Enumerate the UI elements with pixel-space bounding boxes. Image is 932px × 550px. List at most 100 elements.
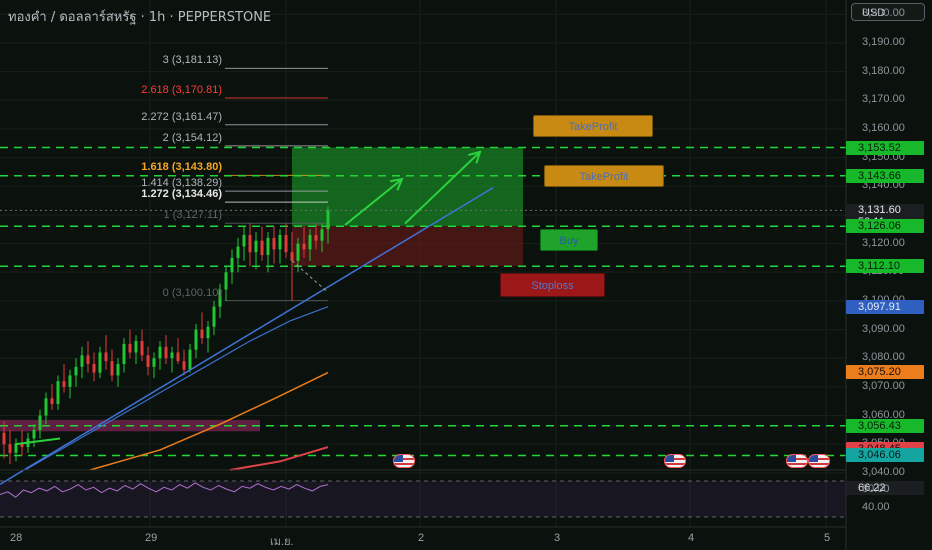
price-axis-label: 3,120.00	[862, 236, 905, 249]
candle-body	[32, 429, 36, 439]
candle-body	[128, 343, 132, 353]
candle-body	[212, 306, 216, 327]
price-axis-label: 3,080.00	[862, 351, 905, 364]
fib-level-label: 0 (3,100.10)	[162, 286, 222, 299]
time-axis-label: 4	[688, 532, 695, 544]
price-tag: 3,112.10	[846, 259, 924, 274]
candle-body	[320, 229, 324, 241]
candle-body	[242, 235, 246, 247]
chart-title: ทองคำ / ดอลลาร์สหรัฐ · 1h · PEPPERSTONE	[8, 10, 272, 25]
price-axis-label: 3,180.00	[862, 64, 905, 77]
candle-body	[98, 352, 102, 373]
candle-body	[140, 341, 144, 356]
us-flag-event-icon[interactable]	[786, 454, 808, 468]
price-axis-label: 3,200.00	[862, 7, 905, 20]
price-tag: 3,153.52	[846, 140, 924, 155]
time-axis-label: 2	[418, 532, 425, 544]
take-profit-annotation-1[interactable]: TakeProfit	[533, 115, 653, 137]
price-tag: 3,097.91	[846, 299, 924, 314]
candle-body	[170, 352, 174, 359]
stop-loss-zone	[292, 226, 523, 267]
candle-body	[236, 246, 240, 258]
candle-body	[200, 329, 204, 339]
stop-loss-annotation[interactable]: Stoploss	[500, 273, 605, 297]
price-tag: 3,056.43	[846, 418, 924, 433]
price-axis-label: 3,040.00	[862, 465, 905, 478]
candle-body	[146, 355, 150, 367]
candle-body	[224, 272, 228, 290]
candle-body	[8, 444, 12, 453]
candle-body	[248, 235, 252, 253]
candle-body	[158, 346, 162, 359]
candle-body	[2, 432, 6, 445]
candle-body	[44, 398, 48, 416]
fib-level-label: 1 (3,127.11)	[163, 209, 222, 222]
candle-body	[254, 240, 258, 253]
candle-body	[266, 237, 270, 256]
us-flag-event-icon[interactable]	[393, 454, 415, 468]
candle-body	[86, 355, 90, 364]
candle-body	[50, 398, 54, 405]
price-axis-label: 3,070.00	[862, 379, 905, 392]
candle-body	[92, 363, 96, 373]
candle-body	[38, 415, 42, 430]
candle-body	[110, 361, 114, 376]
candle-body	[152, 358, 156, 367]
rsi-panel	[0, 480, 846, 518]
candle-body	[206, 326, 210, 339]
candle-body	[308, 235, 312, 250]
candle-body	[314, 235, 318, 241]
price-axis-label: 3,170.00	[862, 93, 905, 106]
candle-body	[230, 257, 234, 273]
candle-body	[176, 352, 180, 362]
candle-body	[302, 243, 306, 250]
fib-level-label: 1.272 (3,134.46)	[141, 188, 222, 201]
candle-body	[290, 252, 294, 261]
price-tag: 3,126.06	[846, 219, 924, 234]
us-flag-event-icon[interactable]	[664, 454, 686, 468]
fib-level-label: 3 (3,181.13)	[162, 54, 222, 67]
fib-level-label: 2.618 (3,170.81)	[141, 83, 222, 96]
candle-body	[260, 240, 264, 256]
candle-body	[134, 341, 138, 353]
candle-body	[188, 349, 192, 370]
candle-body	[122, 343, 126, 364]
fib-level-label: 2 (3,154.12)	[162, 131, 222, 144]
price-axis-label: 3,090.00	[862, 322, 905, 335]
take-profit-annotation-2[interactable]: TakeProfit	[544, 165, 664, 187]
fib-level-label: 1.618 (3,143.80)	[141, 161, 222, 174]
candle-body	[20, 444, 24, 448]
time-axis-label: 29	[145, 532, 158, 544]
price-tag: 3,046.06	[846, 448, 924, 463]
candle-body	[272, 237, 276, 250]
time-axis-label: 28	[10, 532, 23, 544]
candle-body	[116, 363, 120, 376]
candle-body	[104, 352, 108, 362]
last-price-value: 3,131.60	[858, 204, 901, 217]
fib-level-label: 2.272 (3,161.47)	[141, 110, 222, 123]
candle-body	[326, 210, 330, 230]
candle-body	[74, 366, 78, 376]
candle-body	[56, 381, 60, 405]
rsi-axis-label: 60.00	[862, 483, 890, 495]
time-axis-label: 3	[554, 532, 561, 544]
candle-body	[194, 329, 198, 350]
candle-body	[80, 355, 84, 367]
candle-body	[14, 444, 18, 453]
candle-body	[68, 375, 72, 387]
candle-body	[182, 361, 186, 370]
rsi-axis-label: 40.00	[862, 501, 890, 513]
time-axis-label: เม.ย.	[270, 536, 294, 548]
time-axis-label: 5	[824, 532, 831, 544]
candle-body	[284, 235, 288, 253]
candle-body	[164, 346, 168, 359]
buy-annotation[interactable]: Buy	[540, 229, 598, 251]
price-axis-label: 3,160.00	[862, 121, 905, 134]
price-axis-label: 3,190.00	[862, 35, 905, 48]
candle-body	[62, 381, 66, 387]
candle-body	[296, 243, 300, 261]
price-tag: 3,143.66	[846, 168, 924, 183]
candle-body	[278, 235, 282, 250]
price-tag: 3,075.20	[846, 364, 924, 379]
us-flag-event-icon[interactable]	[808, 454, 830, 468]
